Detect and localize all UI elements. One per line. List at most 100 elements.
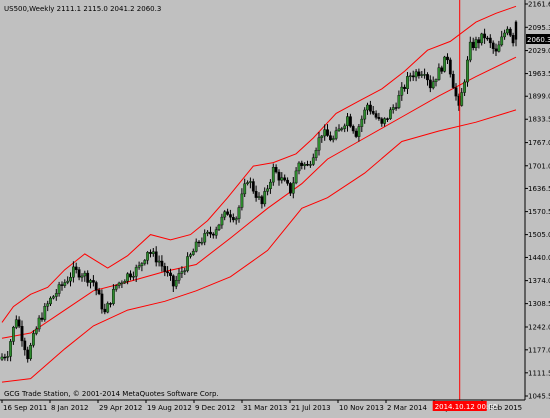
candle-body bbox=[428, 79, 432, 89]
candle-body bbox=[34, 328, 38, 334]
candle-body bbox=[494, 48, 498, 52]
candle-body bbox=[234, 218, 238, 221]
candle-body bbox=[171, 275, 175, 287]
candle-body bbox=[203, 233, 207, 243]
candle-body bbox=[186, 256, 189, 271]
candle-body bbox=[189, 254, 192, 257]
candle-body bbox=[89, 280, 92, 283]
candle-body bbox=[357, 126, 361, 137]
candle-body bbox=[363, 109, 367, 120]
cursor-time-text: 2014.10.12 00:00 bbox=[435, 403, 497, 411]
candle-body bbox=[169, 272, 172, 276]
price-axis: 2161.6 2095.3 2029.0 1963.5 1899.0 1833.5 1767… bbox=[525, 1, 550, 401]
price-tick-label: 1570.5 bbox=[528, 208, 550, 216]
candle-body bbox=[306, 164, 309, 166]
candle-body bbox=[454, 87, 458, 97]
candle-body bbox=[46, 303, 50, 307]
candle-body bbox=[43, 306, 47, 320]
symbol-header: US500,Weekly 2111.1 2115.0 2041.2 2060.3 bbox=[4, 5, 161, 13]
candle-body bbox=[508, 28, 512, 36]
candle-body bbox=[397, 95, 401, 108]
candle-body bbox=[366, 104, 369, 111]
price-tick-label: 2095.3 bbox=[528, 24, 550, 32]
candle-body bbox=[343, 125, 347, 129]
candle-body bbox=[266, 188, 269, 192]
candle-body bbox=[157, 260, 161, 263]
candle-body bbox=[69, 277, 72, 282]
candle-body bbox=[408, 75, 412, 77]
candle-body bbox=[123, 281, 127, 284]
candle-body bbox=[103, 308, 107, 313]
candle-body bbox=[200, 241, 204, 244]
candle-body bbox=[360, 118, 364, 127]
candle-body bbox=[466, 59, 469, 83]
candle-body bbox=[71, 266, 75, 278]
candle-body bbox=[391, 107, 395, 110]
candle-body bbox=[6, 356, 10, 358]
time-tick-label: 2 Mar 2014 bbox=[387, 404, 427, 412]
candle-body bbox=[11, 327, 15, 342]
candle-body bbox=[269, 181, 272, 190]
price-tick-label: 1111.5 bbox=[528, 369, 550, 377]
copyright-footer: GCG Trade Station, © 2001-2014 MetaQuote… bbox=[4, 390, 219, 398]
candle-body bbox=[140, 263, 144, 266]
candle-body bbox=[163, 266, 167, 272]
price-tick-label: 1440.0 bbox=[528, 254, 550, 262]
candle-body bbox=[143, 260, 147, 264]
price-tick-label: 1374.0 bbox=[528, 277, 550, 285]
candle-body bbox=[303, 164, 307, 166]
candle-body bbox=[154, 251, 158, 263]
candle-body bbox=[66, 280, 70, 283]
candle-body bbox=[231, 216, 235, 221]
price-tick-label: 1505.0 bbox=[528, 231, 550, 239]
candle-body bbox=[286, 179, 289, 184]
candle-body bbox=[294, 170, 298, 184]
candle-body bbox=[146, 252, 149, 261]
candle-body bbox=[137, 265, 141, 268]
time-tick-label: 21 Jul 2013 bbox=[291, 404, 331, 412]
candle-body bbox=[351, 126, 355, 132]
candle-body bbox=[209, 231, 212, 235]
candle-body bbox=[460, 92, 464, 106]
time-tick-label: 9 Dec 2012 bbox=[195, 404, 235, 412]
price-tick-label: 1177.0 bbox=[528, 346, 550, 354]
candle-body bbox=[54, 293, 58, 297]
candle-body bbox=[94, 282, 98, 291]
candle-body bbox=[417, 71, 421, 76]
candle-body bbox=[383, 118, 386, 124]
candle-body bbox=[446, 56, 449, 61]
candle-body bbox=[311, 157, 315, 165]
candle-body bbox=[29, 345, 32, 359]
candle-body bbox=[486, 37, 489, 40]
candle-body bbox=[437, 67, 441, 80]
chart-window[interactable]: 2161.6 2095.3 2029.0 1963.5 1899.0 1833.5 1767… bbox=[0, 0, 550, 413]
candle-body bbox=[331, 138, 335, 141]
price-chart[interactable]: 2161.6 2095.3 2029.0 1963.5 1899.0 1833.5 1767… bbox=[0, 0, 550, 413]
candle-body bbox=[500, 36, 504, 46]
candle-body bbox=[257, 196, 261, 198]
candle-body bbox=[80, 275, 84, 278]
candle-body bbox=[111, 289, 115, 304]
time-tick-label: 10 Nov 2013 bbox=[339, 404, 384, 412]
candle-body bbox=[100, 293, 104, 310]
candle-body bbox=[63, 282, 67, 286]
candle-body bbox=[403, 86, 406, 89]
current-price-label: 2060.3 bbox=[526, 34, 550, 44]
candle-body bbox=[129, 273, 132, 278]
candle-body bbox=[248, 181, 252, 183]
candle-body bbox=[240, 193, 244, 208]
candle-body bbox=[389, 109, 392, 119]
price-tick-label: 1308.5 bbox=[528, 300, 550, 308]
price-tick-label: 1833.5 bbox=[528, 116, 550, 124]
price-tick-label: 1045.5 bbox=[528, 393, 550, 401]
candle-body bbox=[83, 272, 87, 277]
candle-body bbox=[254, 190, 258, 198]
candle-body bbox=[106, 303, 110, 313]
candle-body bbox=[3, 356, 7, 359]
candle-body bbox=[271, 166, 275, 183]
candle-body bbox=[91, 280, 95, 283]
candle-body bbox=[477, 39, 481, 44]
candle-body bbox=[394, 107, 398, 109]
time-tick-label: 31 Mar 2013 bbox=[243, 404, 287, 412]
candle-body bbox=[237, 207, 241, 219]
